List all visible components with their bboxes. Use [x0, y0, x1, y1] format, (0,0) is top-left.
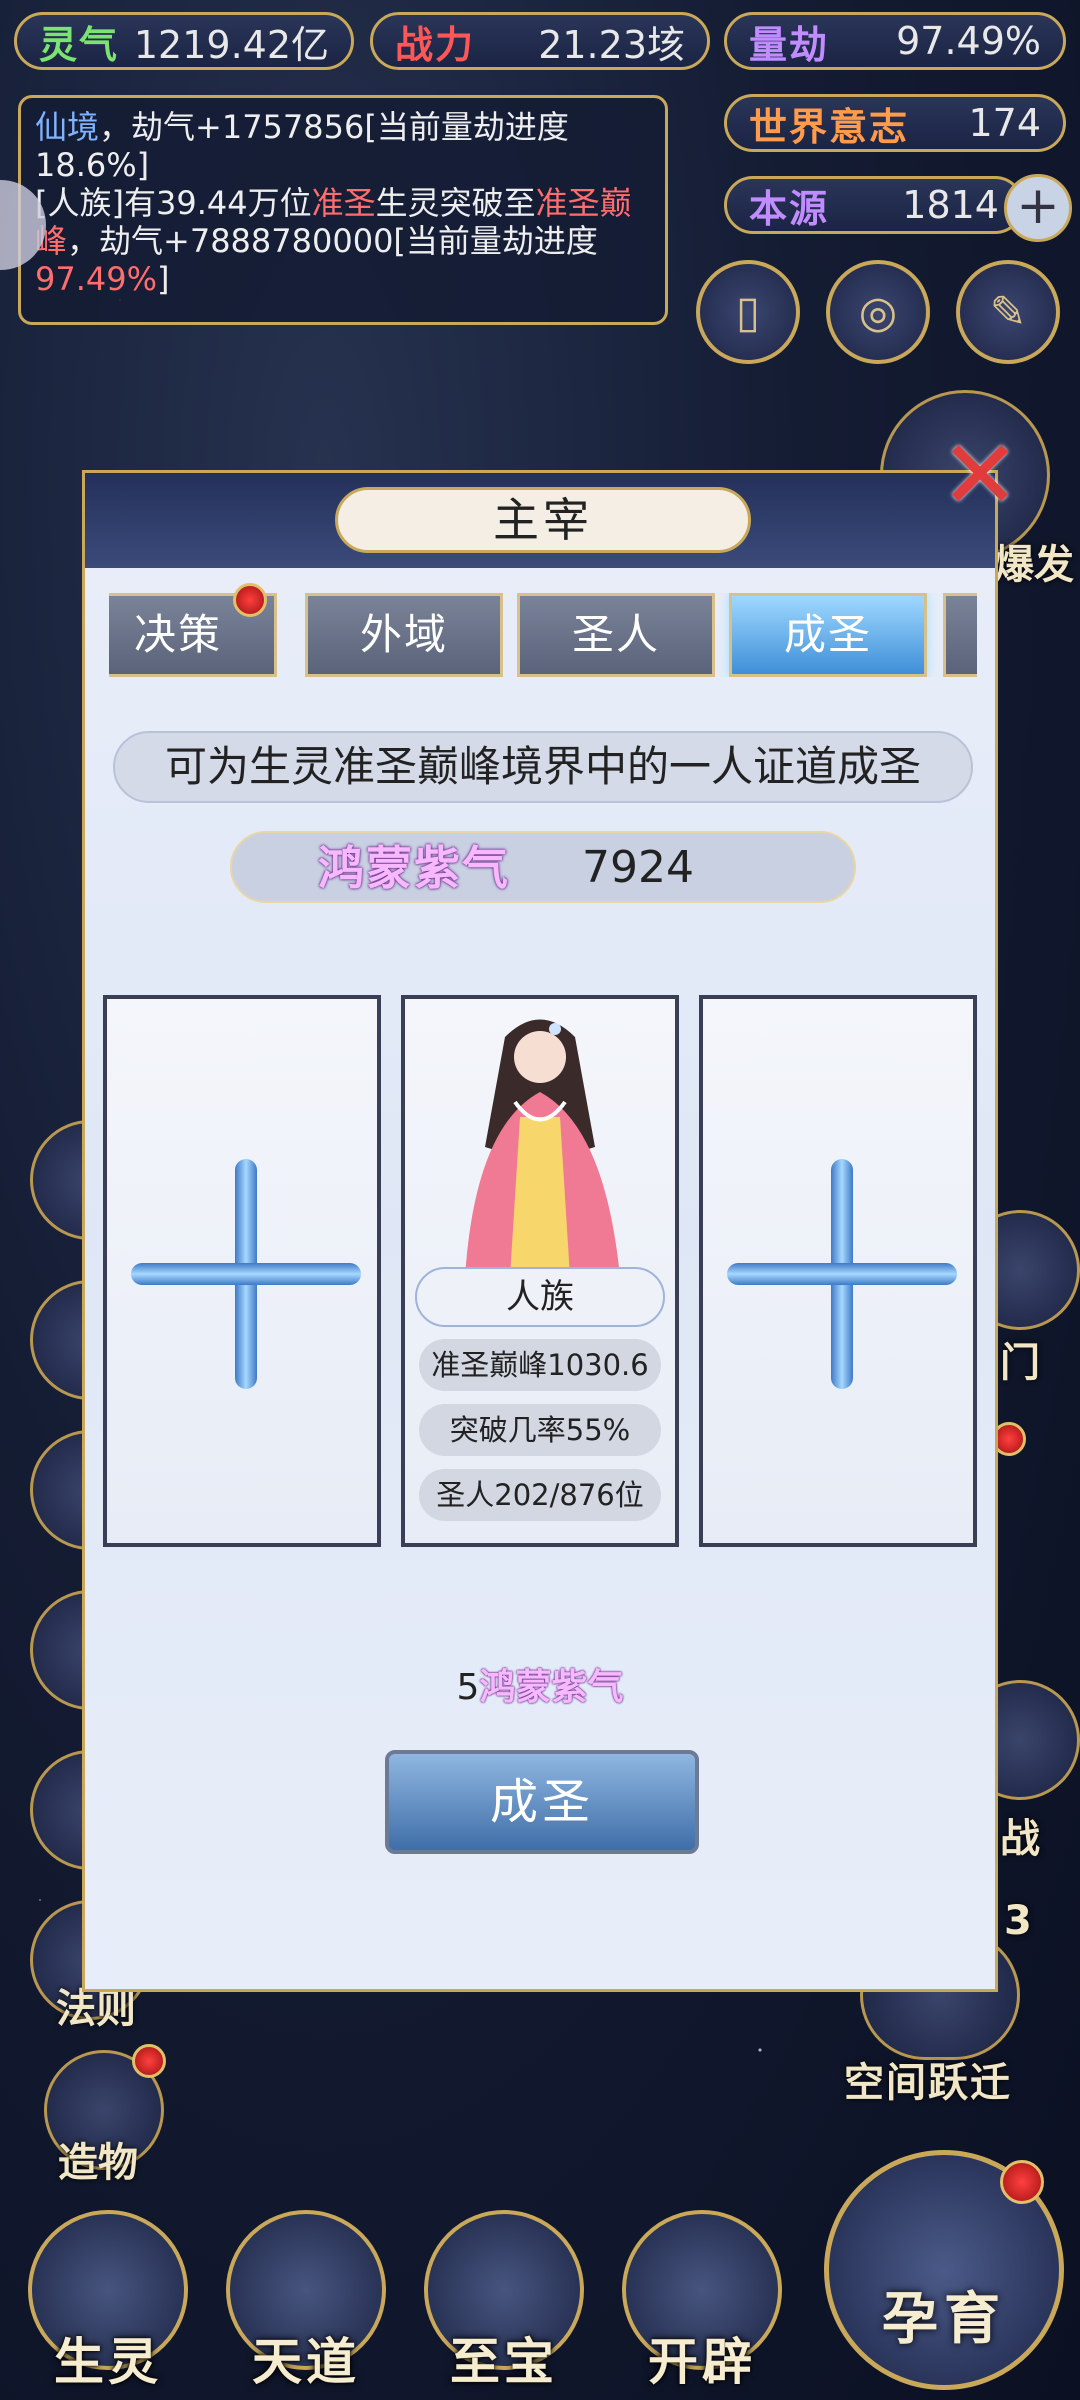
close-icon[interactable]: ✕: [935, 427, 1025, 523]
empty-slot-left[interactable]: [103, 995, 381, 1547]
stat-calamity: 量劫 97.49%: [724, 12, 1066, 70]
realm-level: 准圣巅峰1030.6万: [419, 1339, 661, 1434]
dialog-title: 主宰: [335, 487, 751, 553]
cost-resource-name: 鸿蒙紫气: [479, 1667, 624, 1708]
stat-value: 1219.42亿: [133, 22, 329, 67]
stat-world-will: 世界意志 174: [724, 94, 1066, 152]
resource-value: 7924: [582, 842, 694, 893]
burst-label: 爆发: [994, 542, 1074, 588]
stat-label: 战力: [395, 22, 476, 67]
saint-count: 圣人202/876位: [419, 1469, 661, 1521]
cost-label: 5鸿蒙紫气: [85, 1658, 995, 1710]
notification-dot: [132, 2044, 166, 2078]
plus-icon: [727, 1263, 957, 1285]
dominator-dialog: 主宰 决策 外域 圣人 成圣 生 可为生灵准圣巅峰境界中的一人证道成圣 鸿蒙紫气…: [82, 470, 998, 1992]
log-text: 生灵突破至: [375, 184, 536, 222]
log-text: 仙境: [35, 108, 100, 146]
count-badge: 3: [1004, 1898, 1032, 1944]
stat-label: 灵气: [39, 22, 120, 67]
log-text: 准圣: [311, 184, 376, 222]
breakthrough-chance: 突破几率55%: [419, 1404, 661, 1456]
log-text: 97.49%: [35, 260, 158, 298]
creation-label: 造物: [58, 2140, 138, 2186]
nav-label: 生灵: [54, 2333, 162, 2391]
stat-value: 1814: [902, 183, 999, 227]
stat-value: 174: [968, 101, 1041, 145]
stat-label: 世界意志: [749, 104, 910, 149]
breed-label: 孕育: [882, 2287, 1006, 2352]
nav-treasure[interactable]: 至宝: [414, 2210, 594, 2400]
empty-slot-right[interactable]: [699, 995, 977, 1547]
tab-creatures[interactable]: 生: [943, 593, 977, 677]
stat-origin: 本源 1814: [724, 176, 1024, 234]
card-icon[interactable]: ▯: [696, 260, 800, 364]
gate-label: 门: [1000, 1340, 1040, 1386]
nav-genesis[interactable]: 开辟: [612, 2210, 792, 2400]
dialog-description: 可为生灵准圣巅峰境界中的一人证道成圣: [113, 731, 973, 803]
tab-outer-realm[interactable]: 外域: [305, 593, 503, 677]
stat-lingqi: 灵气 1219.42亿: [14, 12, 354, 70]
notification-dot: [1000, 2160, 1044, 2204]
stat-value: 97.49%: [896, 19, 1041, 63]
battle-label: 战: [1000, 1816, 1040, 1862]
plus-icon: [131, 1263, 361, 1285]
nav-heaven[interactable]: 天道: [216, 2210, 396, 2400]
log-text: [人族]有39.44万位: [35, 184, 312, 222]
add-origin-button[interactable]: +: [1004, 174, 1072, 242]
log-text: ，劫气+1757856[当前量劫进度18.6%]: [35, 108, 569, 184]
resource-name: 鸿蒙紫气: [318, 841, 510, 895]
log-text: ]: [157, 260, 170, 298]
nav-label: 天道: [252, 2333, 360, 2391]
candidate-card[interactable]: 人族 准圣巅峰1030.6万 突破几率55% 圣人202/876位: [401, 995, 679, 1547]
stat-label: 本源: [749, 186, 830, 231]
tab-saints[interactable]: 圣人: [517, 593, 715, 677]
cost-amount: 5: [456, 1667, 480, 1708]
scroll-icon[interactable]: ✎: [956, 260, 1060, 364]
become-saint-button[interactable]: 成圣: [385, 1750, 699, 1854]
tab-become-saint[interactable]: 成圣: [729, 593, 927, 677]
stat-label: 量劫: [749, 22, 830, 67]
nav-creatures[interactable]: 生灵: [18, 2210, 198, 2400]
nav-label: 至宝: [450, 2333, 558, 2391]
space-jump-label: 空间跃迁: [844, 2060, 1012, 2106]
stat-value: 21.23垓: [538, 22, 685, 67]
vortex-icon[interactable]: ◎: [826, 260, 930, 364]
resource-display: 鸿蒙紫气 7924: [230, 831, 856, 903]
event-log: 仙境，劫气+1757856[当前量劫进度18.6%] [人族]有39.44万位准…: [18, 95, 668, 325]
nav-label: 开辟: [648, 2333, 756, 2391]
race-label: 人族: [415, 1267, 665, 1327]
log-text: ，劫气+7888780000[当前量劫进度: [67, 222, 598, 260]
character-portrait: [465, 1019, 620, 1277]
notification-dot: [233, 583, 267, 617]
stat-combat-power: 战力 21.23垓: [370, 12, 710, 70]
